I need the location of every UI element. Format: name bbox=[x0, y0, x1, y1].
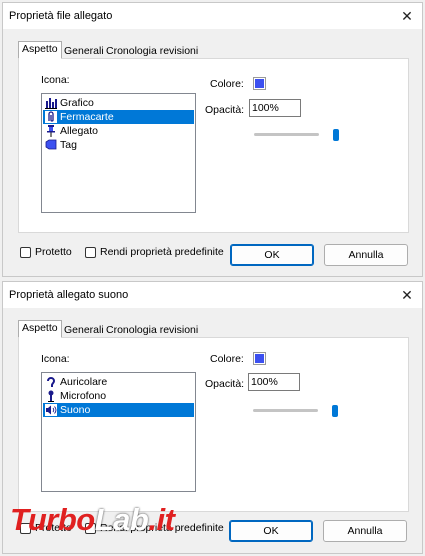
watermark-part-lab: Lab bbox=[94, 502, 149, 537]
microphone-icon bbox=[48, 390, 54, 402]
icon-listbox[interactable]: Auricolare Microfono Suono bbox=[41, 372, 196, 492]
opacity-slider-thumb[interactable] bbox=[332, 405, 338, 417]
list-item-selected[interactable]: Suono bbox=[43, 403, 194, 417]
item-label: Auricolare bbox=[60, 376, 108, 388]
dialog-title: Proprietà allegato suono bbox=[9, 289, 129, 301]
item-label: Tag bbox=[60, 139, 77, 151]
item-label: Suono bbox=[60, 404, 91, 416]
watermark-part-turbo: Turbo bbox=[10, 502, 95, 537]
opacity-field[interactable]: 100% bbox=[249, 99, 301, 117]
color-label: Colore: bbox=[210, 353, 244, 365]
color-picker-button[interactable] bbox=[253, 77, 266, 90]
opacity-label: Opacità: bbox=[205, 378, 245, 390]
earphone-icon bbox=[47, 377, 56, 387]
item-label: Grafico bbox=[60, 97, 94, 109]
watermark-part-domain: .it bbox=[148, 502, 175, 537]
cancel-button[interactable]: Annulla bbox=[323, 520, 407, 542]
list-item-selected[interactable]: Fermacarte bbox=[43, 110, 194, 124]
tab-cronologia-revisioni[interactable]: Cronologia revisioni bbox=[102, 322, 202, 337]
paperclip-icon bbox=[45, 111, 57, 123]
opacity-slider[interactable] bbox=[253, 409, 318, 412]
ok-button[interactable]: OK bbox=[229, 520, 313, 542]
pushpin-icon bbox=[47, 125, 55, 137]
color-swatch bbox=[255, 79, 264, 88]
opacity-label: Opacità: bbox=[205, 104, 245, 116]
tab-generali[interactable]: Generali bbox=[60, 43, 108, 58]
item-label: Microfono bbox=[60, 390, 107, 402]
tab-aspetto[interactable]: Aspetto bbox=[18, 41, 62, 59]
ok-button[interactable]: OK bbox=[230, 244, 314, 266]
list-item[interactable]: Grafico bbox=[43, 96, 194, 110]
appearance-panel: Icona: Auricolare Microfono Suono Colore… bbox=[18, 337, 409, 512]
tab-aspetto[interactable]: Aspetto bbox=[18, 320, 62, 338]
locked-label: Protetto bbox=[35, 246, 72, 258]
icon-listbox[interactable]: Grafico Fermacarte Allegato Tag bbox=[41, 93, 196, 213]
dialog-title: Proprietà file allegato bbox=[9, 10, 113, 22]
item-label: Allegato bbox=[60, 125, 98, 137]
list-item[interactable]: Microfono bbox=[43, 389, 194, 403]
tab-generali[interactable]: Generali bbox=[60, 322, 108, 337]
bar-chart-icon bbox=[45, 98, 57, 109]
opacity-slider-thumb[interactable] bbox=[333, 129, 339, 141]
watermark-logo: TurboLab.it bbox=[10, 502, 175, 538]
checkbox-box[interactable] bbox=[20, 247, 31, 258]
list-item[interactable]: Tag bbox=[43, 138, 194, 152]
title-bar: Proprietà file allegato ✕ bbox=[3, 3, 422, 29]
opacity-slider[interactable] bbox=[254, 133, 319, 136]
tag-icon bbox=[45, 139, 57, 150]
close-icon[interactable]: ✕ bbox=[392, 282, 422, 308]
icon-label: Icona: bbox=[41, 74, 70, 86]
tab-cronologia-revisioni[interactable]: Cronologia revisioni bbox=[102, 43, 202, 58]
appearance-panel: Icona: Grafico Fermacarte Allegato Tag C… bbox=[18, 58, 409, 233]
attachment-properties-dialog: Proprietà file allegato ✕ Aspetto Genera… bbox=[2, 2, 423, 277]
make-default-label: Rendi proprietà predefinite bbox=[100, 246, 224, 258]
color-label: Colore: bbox=[210, 78, 244, 90]
checkbox-box[interactable] bbox=[85, 247, 96, 258]
list-item[interactable]: Auricolare bbox=[43, 375, 194, 389]
cancel-button[interactable]: Annulla bbox=[324, 244, 408, 266]
title-bar: Proprietà allegato suono ✕ bbox=[3, 282, 422, 308]
icon-label: Icona: bbox=[41, 353, 70, 365]
speaker-icon bbox=[45, 404, 57, 416]
item-label: Fermacarte bbox=[60, 111, 114, 123]
color-picker-button[interactable] bbox=[253, 352, 266, 365]
close-icon[interactable]: ✕ bbox=[392, 3, 422, 29]
opacity-field[interactable]: 100% bbox=[248, 373, 300, 391]
color-swatch bbox=[255, 354, 264, 363]
list-item[interactable]: Allegato bbox=[43, 124, 194, 138]
